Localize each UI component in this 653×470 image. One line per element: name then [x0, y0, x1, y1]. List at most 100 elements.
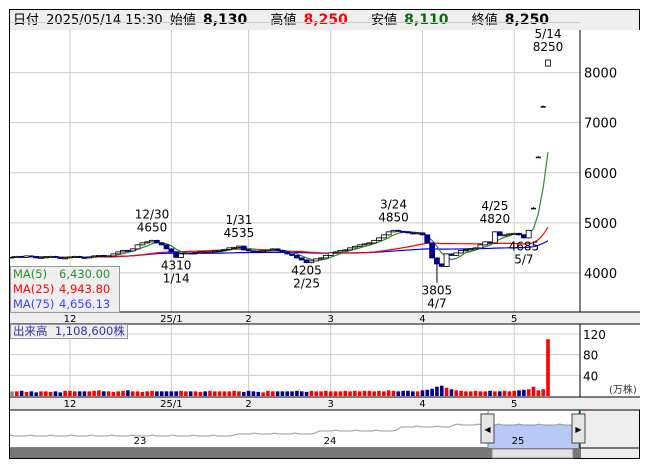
volume-bar [401, 390, 405, 396]
candle-body [120, 249, 126, 253]
annotation-value: 4650 [137, 220, 168, 234]
volume-bar [391, 390, 396, 396]
volume-bar [77, 391, 82, 396]
candle-body [144, 241, 151, 244]
candle-body [240, 245, 247, 251]
candle-body [207, 251, 213, 254]
date-tick-label: 25/1 [160, 399, 182, 410]
candle-body [337, 249, 344, 253]
volume-bar [241, 391, 246, 396]
volume-bar [135, 391, 140, 396]
ma-legend: MA(5) 6,430.00 MA(25) 4,943.80 MA(75) 4,656… [10, 266, 120, 313]
volume-bar [184, 391, 188, 396]
volume-bar [48, 391, 53, 396]
annotation-value: 4820 [480, 212, 511, 226]
volume-bar [72, 391, 77, 396]
candle-body [308, 260, 315, 264]
volume-bar [502, 390, 507, 396]
volume-bar [478, 391, 483, 396]
volume-bar [324, 390, 328, 396]
volume-bar [164, 391, 169, 396]
volume-bar [299, 391, 304, 396]
volume-bar [343, 390, 347, 396]
candle-body [376, 237, 382, 241]
volume-bar [522, 389, 526, 396]
annotation-date: 5/7 [514, 253, 533, 267]
volume-bar [256, 391, 261, 396]
volume-bar [246, 390, 251, 396]
candle-body [67, 256, 73, 259]
candle-body [448, 253, 455, 256]
annotation-date: 5/14 [535, 27, 562, 41]
scrollbar-thumb[interactable] [491, 448, 574, 459]
volume-bar [415, 391, 420, 396]
volume-bar [517, 390, 521, 396]
volume-bar [232, 390, 236, 396]
ma5-label: MA(5) [13, 267, 48, 281]
candle-body [100, 254, 107, 257]
navigator-year-label: 23 [134, 436, 147, 447]
volume-bar [459, 390, 463, 396]
volume-bar [63, 390, 67, 396]
volume-bar [92, 390, 96, 396]
price-tick-label: 6000 [584, 167, 617, 182]
candle-body [158, 242, 165, 246]
candle-body [139, 242, 146, 246]
candle-body [419, 232, 426, 236]
volume-bar [106, 391, 111, 396]
volume-bar [130, 391, 135, 396]
candle-body [540, 106, 546, 108]
volume-bar [348, 391, 352, 396]
ma25-label: MA(25) [13, 282, 55, 296]
candle-body [110, 253, 117, 257]
volume-bar [362, 390, 367, 396]
volume-bar [531, 386, 536, 396]
volume-bar [546, 339, 550, 396]
candle-body [429, 242, 436, 259]
volume-bar [410, 391, 415, 396]
volume-bar [227, 391, 232, 396]
volume-bar [121, 390, 125, 396]
candle-body [13, 256, 20, 258]
volume-bar [213, 391, 217, 396]
navigator-left-arrow-icon: ◀ [484, 425, 491, 434]
price-tick-label: 7000 [584, 117, 617, 132]
candle-body [216, 249, 223, 252]
volume-bar [261, 392, 265, 396]
candle-body [371, 239, 378, 244]
candle-body [491, 231, 498, 244]
navigator-year-label: 25 [512, 436, 525, 447]
annotation-value: 4850 [378, 210, 409, 224]
date-tick-label: 3 [328, 399, 334, 410]
candle-body [221, 248, 228, 251]
candle-body [274, 248, 281, 251]
volume-bar [439, 385, 444, 396]
candle-body [81, 257, 88, 259]
price-volume-chart[interactable]: 400050006000700080004080120(万株)121225/12… [0, 0, 653, 470]
candle-body [294, 254, 300, 259]
volume-bar [372, 391, 376, 396]
candle-body [149, 239, 155, 243]
candle-body [231, 246, 238, 249]
volume-bar [87, 391, 92, 396]
candle-body [38, 257, 44, 259]
volume-bar [101, 391, 106, 396]
volume-bar [367, 390, 372, 396]
candle-body [236, 245, 242, 248]
candle-body [332, 251, 339, 254]
annotation-value: 4205 [291, 264, 322, 278]
date-tick-label: 4 [419, 399, 425, 410]
candle-body [303, 259, 310, 264]
candle-body [289, 253, 295, 256]
candle-body [501, 234, 508, 237]
candle-body [18, 256, 25, 258]
candle-body [226, 247, 233, 250]
volume-bar [159, 391, 164, 396]
volume-legend: 出来高 1,108,600株 [10, 324, 128, 339]
volume-bar [338, 391, 343, 396]
annotation-value: 4310 [161, 258, 192, 272]
candle-body [506, 233, 513, 236]
candle-body [438, 263, 445, 267]
volume-bar [357, 391, 362, 396]
date-tick-label: 5 [511, 399, 517, 410]
